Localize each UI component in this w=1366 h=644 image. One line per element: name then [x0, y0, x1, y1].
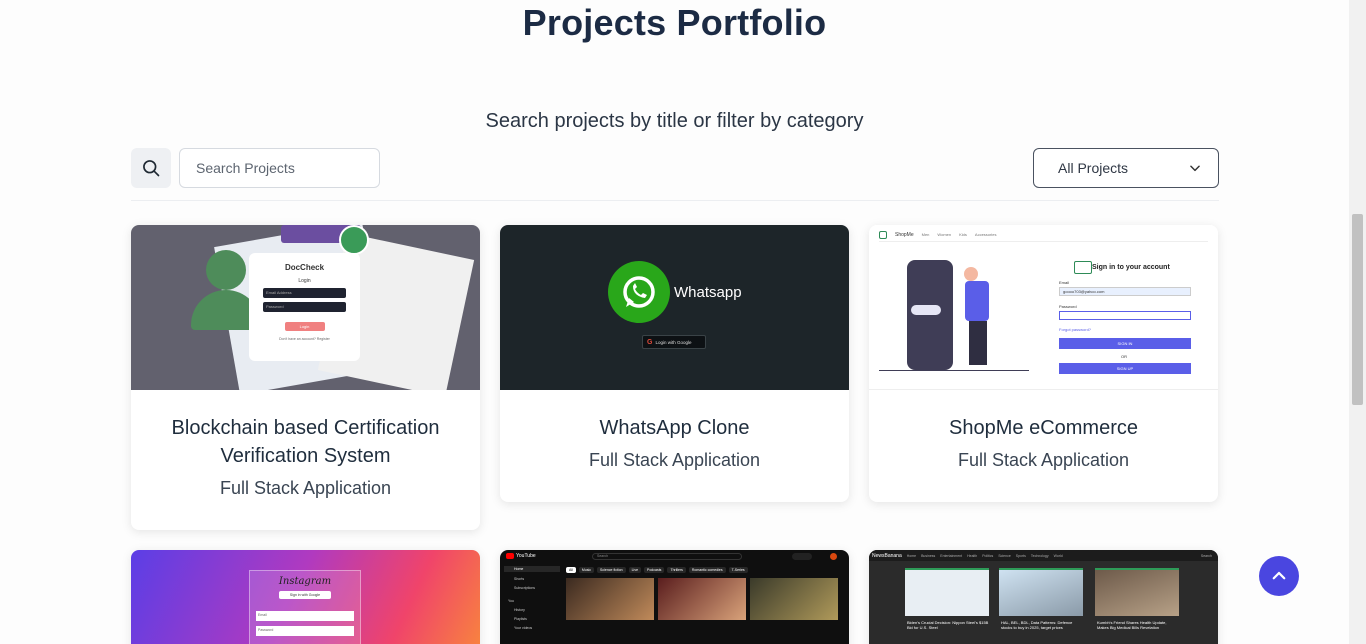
page-scrollbar[interactable]	[1349, 0, 1366, 644]
instagram-logo-text: Instagram	[278, 576, 332, 587]
project-thumbnail: NewsBanana Home Business Entertainment H…	[869, 550, 1218, 644]
doccheck-login-button: Login	[284, 322, 325, 331]
youtube-logo-icon	[506, 553, 514, 559]
chevron-down-icon	[1190, 165, 1200, 172]
project-thumbnail: Instagram Sign in with Google Email Pass…	[131, 550, 480, 644]
newsbanana-brand: NewsBanana	[872, 552, 902, 559]
project-thumbnail: DocCheck Login Email Address Password Lo…	[131, 225, 480, 390]
scroll-to-top-button[interactable]	[1259, 556, 1299, 596]
doccheck-login-title: Login	[298, 278, 311, 284]
whatsapp-google-login: G Login with Google	[642, 335, 706, 349]
doccheck-email-field: Email Address	[263, 288, 346, 298]
shopme-signin-heading: Sign in to your account	[1092, 264, 1170, 271]
search-button[interactable]	[131, 148, 171, 188]
project-card-shopme[interactable]: ShopMe Men Women Kids Accessories Sign i…	[869, 225, 1218, 502]
page-subtitle: Search projects by title or filter by ca…	[485, 110, 864, 132]
shopme-illustration	[907, 260, 953, 370]
category-filter-select[interactable]: All Projects	[1033, 148, 1219, 188]
google-icon: G	[647, 338, 653, 346]
shopme-brand: ShopMe	[895, 231, 914, 238]
project-thumbnail: ShopMe Men Women Kids Accessories Sign i…	[869, 225, 1218, 390]
doccheck-footer: Don't have an account? Register	[279, 337, 330, 341]
doccheck-logo-text: DocCheck	[284, 263, 325, 272]
search-icon	[143, 160, 160, 177]
category-filter-value: All Projects	[1058, 160, 1129, 176]
project-thumbnail: YouTube Search Home Shorts Subscriptions…	[500, 550, 849, 644]
doccheck-password-field: Password	[263, 302, 346, 312]
page-title: Projects Portfolio	[522, 2, 827, 43]
project-card-instagram[interactable]: Instagram Sign in with Google Email Pass…	[131, 550, 480, 644]
search-input[interactable]	[179, 148, 380, 188]
project-category: Full Stack Application	[588, 450, 761, 470]
project-title: WhatsApp Clone	[599, 417, 750, 439]
project-card-newsbanana[interactable]: NewsBanana Home Business Entertainment H…	[869, 550, 1218, 644]
project-card-whatsapp[interactable]: Whatsapp G Login with Google WhatsApp Cl…	[500, 225, 849, 502]
project-card-youtube[interactable]: YouTube Search Home Shorts Subscriptions…	[500, 550, 849, 644]
project-category: Full Stack Application	[957, 450, 1130, 470]
project-card-blockchain[interactable]: DocCheck Login Email Address Password Lo…	[131, 225, 480, 530]
whatsapp-brand-text: Whatsapp	[674, 284, 742, 301]
shopme-logo-icon	[879, 230, 887, 239]
whatsapp-logo-icon	[608, 261, 670, 323]
project-title: ShopMe eCommerce	[949, 417, 1138, 439]
scrollbar-thumb[interactable]	[1352, 214, 1363, 405]
project-thumbnail: Whatsapp G Login with Google	[500, 225, 849, 390]
divider	[131, 200, 1219, 201]
project-title: Blockchain based Certification Verificat…	[171, 417, 440, 467]
chevron-up-icon	[1272, 571, 1286, 580]
project-category: Full Stack Application	[219, 478, 392, 498]
